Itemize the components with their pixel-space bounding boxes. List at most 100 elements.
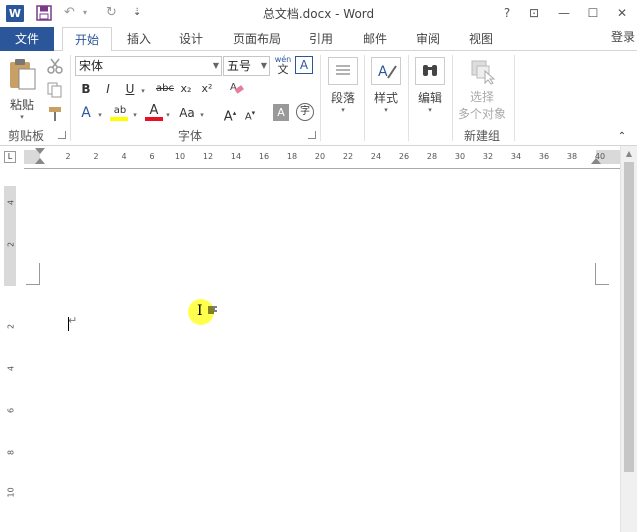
highlight-button[interactable]: ab — [110, 101, 130, 121]
ruler-tick: 2 — [93, 152, 99, 161]
paste-icon — [10, 59, 36, 90]
font-group-label: 字体 — [177, 129, 202, 143]
ruler-tick: 34 — [510, 152, 522, 161]
tab-file[interactable]: 文件 — [0, 27, 54, 51]
undo-button[interactable]: ↶ — [64, 4, 75, 22]
tab-insert[interactable]: 插入 — [118, 27, 160, 51]
styles-button[interactable]: A 样式 ▾ — [369, 57, 403, 119]
format-painter-icon[interactable] — [46, 105, 64, 126]
save-icon[interactable] — [36, 4, 52, 22]
font-size-combo[interactable]: 五号 ▼ — [223, 56, 270, 76]
ruler-tick: 26 — [398, 152, 410, 161]
close-button[interactable]: ✕ — [612, 3, 632, 23]
ruler-tick: 30 — [454, 152, 466, 161]
highlight-dropdown[interactable]: ▾ — [131, 103, 139, 123]
paragraph-icon — [328, 57, 358, 85]
paragraph-button[interactable]: 段落 ▾ — [326, 57, 360, 119]
subscript-button[interactable]: x₂ — [178, 79, 194, 99]
chevron-down-icon: ▼ — [260, 61, 267, 70]
shrink-font-label: A — [244, 111, 252, 123]
shrink-font-button[interactable]: A▾ — [242, 103, 258, 123]
collapse-ribbon-button[interactable]: ⌃ — [614, 127, 630, 147]
highlight-color-bar — [110, 117, 128, 121]
clear-formatting-button[interactable]: A — [229, 79, 245, 99]
customize-toolbar-button[interactable]: ⇣ — [133, 4, 141, 22]
crop-mark-left — [26, 263, 40, 285]
cut-icon[interactable] — [46, 57, 64, 78]
ruler-tick: 32 — [482, 152, 494, 161]
phonetic-char: 文 — [277, 63, 289, 76]
strikethrough-button[interactable]: abc — [154, 79, 176, 99]
ribbon-display-options-button[interactable]: ⊡ — [524, 3, 544, 23]
first-line-indent-marker[interactable] — [35, 148, 45, 154]
underline-dropdown[interactable]: ▾ — [139, 79, 147, 99]
superscript-button[interactable]: x² — [199, 79, 215, 99]
help-button[interactable]: ? — [497, 3, 517, 23]
ribbon-home: 粘贴 ▾ 剪贴板 宋体 ▼ 五号 ▼ wén 文 A B I U ▾ abc x… — [0, 51, 637, 146]
chevron-down-icon: ▼ — [212, 61, 219, 70]
vertical-ruler-tick: 2 — [6, 241, 16, 248]
font-dialog-launcher[interactable] — [308, 131, 316, 139]
editing-button[interactable]: 编辑 ▾ — [413, 57, 447, 119]
vertical-ruler-tick: 6 — [6, 407, 16, 414]
group-separator — [514, 55, 515, 141]
sign-in-link[interactable]: 登录 — [611, 27, 635, 47]
copy-icon[interactable] — [46, 81, 64, 102]
vertical-ruler-tick: 4 — [6, 365, 16, 372]
font-color-label: A — [149, 103, 159, 118]
redo-button[interactable]: ↻ — [106, 4, 117, 22]
find-binoculars-icon — [415, 57, 445, 85]
font-name-combo[interactable]: 宋体 ▼ — [75, 56, 222, 76]
maximize-button[interactable]: ☐ — [583, 3, 603, 23]
chevron-down-icon: ▾ — [428, 106, 432, 114]
tab-view[interactable]: 视图 — [460, 27, 502, 51]
ruler-tick: 36 — [538, 152, 550, 161]
font-color-button[interactable]: A — [145, 101, 163, 121]
tab-review[interactable]: 审阅 — [407, 27, 449, 51]
ruler-tick: 28 — [426, 152, 438, 161]
character-shading-button[interactable]: A — [273, 104, 289, 121]
word-window: W ↶ ▾ ↻ ⇣ 总文档.docx - Word ? ⊡ — ☐ ✕ 文件 开… — [0, 0, 637, 532]
tab-mailings[interactable]: 邮件 — [354, 27, 396, 51]
change-case-dropdown[interactable]: ▾ — [198, 103, 206, 123]
grow-font-button[interactable]: A▴ — [222, 103, 238, 124]
new-group-label: 新建组 — [463, 129, 500, 143]
scroll-thumb[interactable] — [624, 162, 634, 472]
word-app-icon[interactable]: W — [6, 5, 24, 22]
tab-selector[interactable]: L — [4, 151, 16, 163]
vertical-scrollbar[interactable]: ▲ — [620, 146, 637, 532]
tab-references[interactable]: 引用 — [300, 27, 342, 51]
ruler-tick: 18 — [286, 152, 298, 161]
clipboard-dialog-launcher[interactable] — [58, 131, 66, 139]
change-case-button[interactable]: Aa — [177, 103, 197, 123]
ruler-tick: 38 — [566, 152, 578, 161]
text-effects-button[interactable]: A — [78, 103, 94, 123]
title-bar: W ↶ ▾ ↻ ⇣ 总文档.docx - Word ? ⊡ — ☐ ✕ — [0, 0, 637, 27]
italic-button[interactable]: I — [100, 79, 116, 99]
group-separator — [320, 55, 321, 141]
crop-mark-right — [595, 263, 609, 285]
font-color-dropdown[interactable]: ▾ — [164, 103, 172, 123]
tab-page-layout[interactable]: 页面布局 — [226, 27, 288, 51]
document-page[interactable]: ↵ I — [24, 168, 620, 532]
enclose-characters-button[interactable]: 字 — [296, 103, 314, 121]
styles-icon: A — [371, 57, 401, 85]
tab-design[interactable]: 设计 — [170, 27, 212, 51]
document-area: 4 2 2 4 6 8 10 ↵ I — [0, 168, 620, 532]
undo-dropdown[interactable]: ▾ — [83, 4, 87, 22]
select-multiple-objects-button[interactable]: 选择 多个对象 — [455, 57, 509, 121]
scroll-up-button[interactable]: ▲ — [621, 146, 637, 162]
vertical-ruler: 4 2 2 4 6 8 10 — [0, 168, 20, 532]
clipboard-group-label: 剪贴板 — [7, 129, 44, 143]
tab-home[interactable]: 开始 — [62, 27, 112, 52]
ruler-tick: 20 — [314, 152, 326, 161]
paste-button[interactable]: 粘贴 ▾ — [6, 57, 38, 121]
hanging-indent-marker[interactable] — [35, 158, 45, 164]
phonetic-guide-button[interactable]: wén 文 — [273, 55, 293, 79]
underline-button[interactable]: U — [122, 79, 138, 99]
text-effects-dropdown[interactable]: ▾ — [96, 103, 104, 123]
minimize-button[interactable]: — — [554, 3, 574, 23]
bold-button[interactable]: B — [78, 79, 94, 99]
vertical-ruler-tick: 2 — [6, 323, 16, 330]
character-border-button[interactable]: A — [295, 56, 313, 74]
